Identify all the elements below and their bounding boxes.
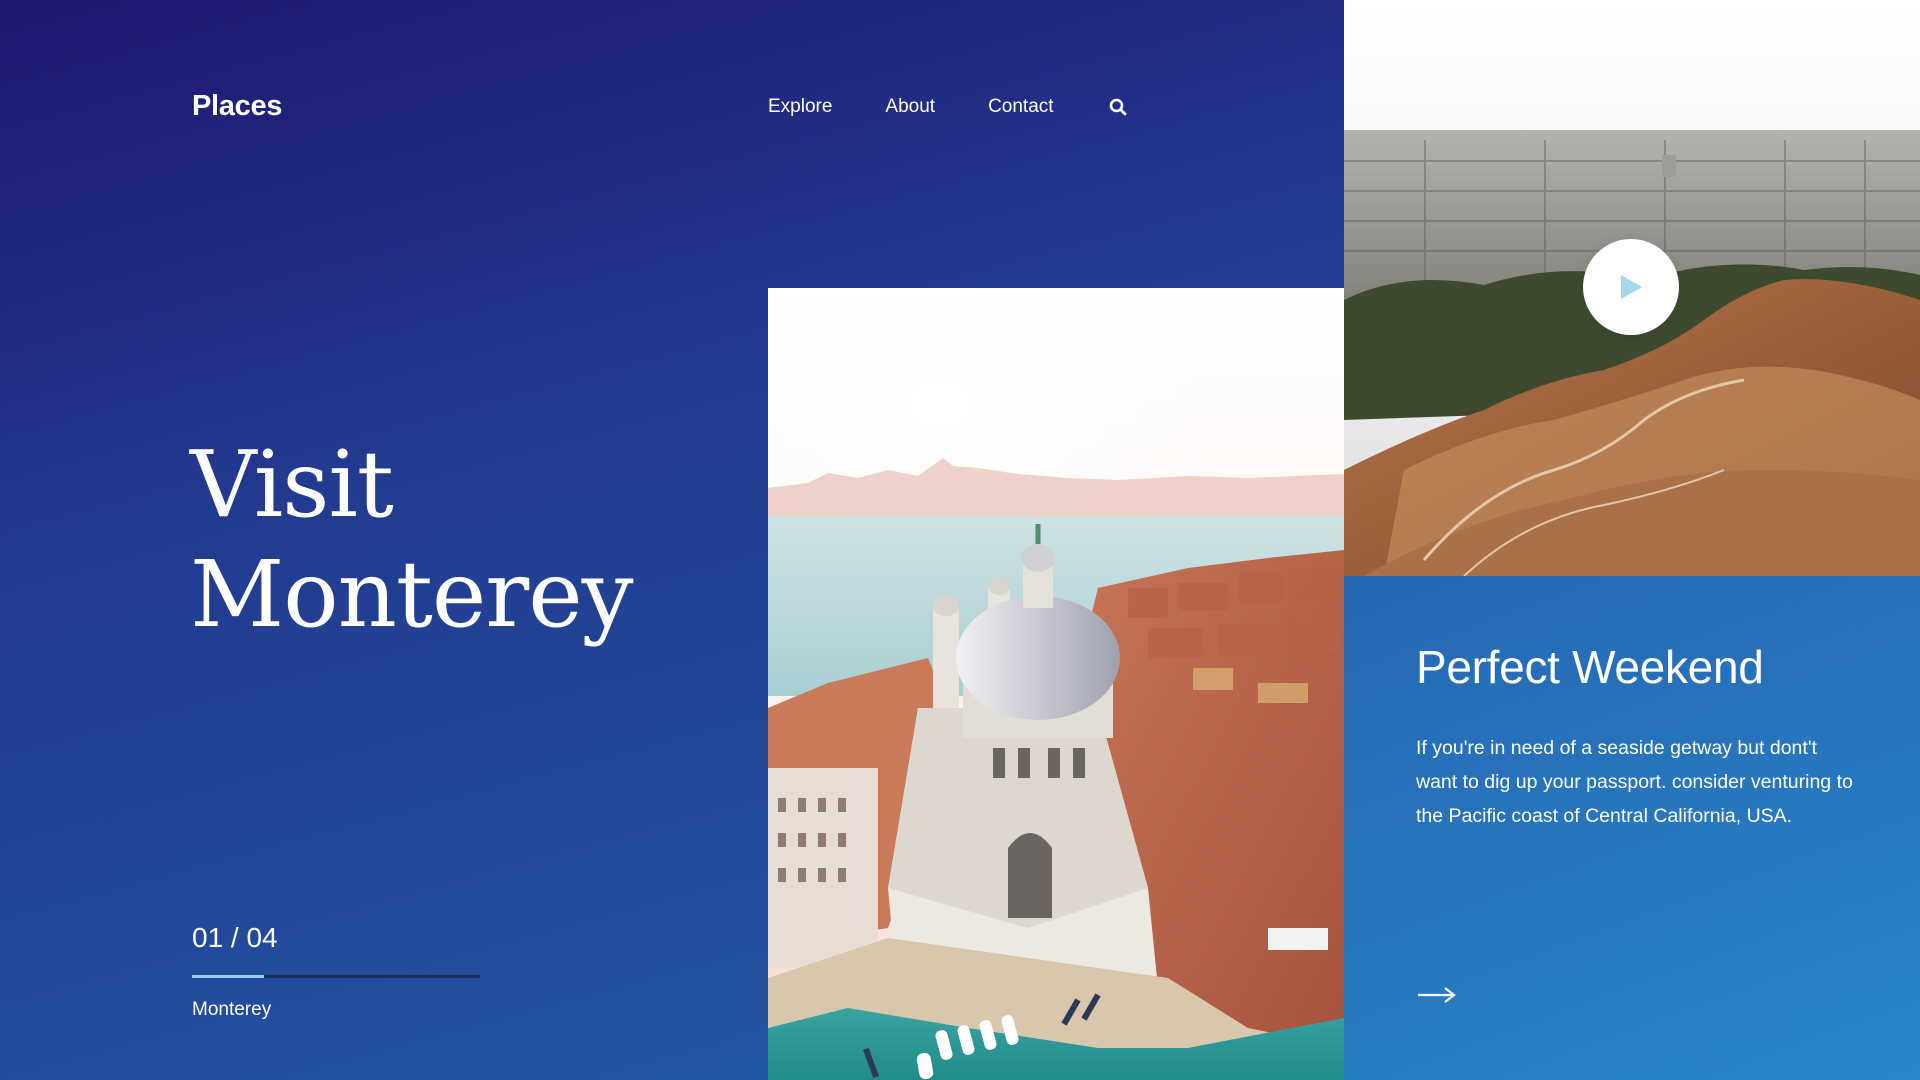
search-icon[interactable] bbox=[1107, 96, 1129, 118]
logo[interactable]: Places bbox=[192, 90, 282, 123]
main-nav: Explore About Contact bbox=[768, 96, 1129, 118]
arrow-right-icon[interactable] bbox=[1416, 980, 1458, 1010]
info-description: If you're in need of a seaside getway bu… bbox=[1416, 737, 1853, 827]
page: Places Explore About Contact Visit Monte… bbox=[0, 0, 1920, 1080]
slide-counter: 01 / 04 bbox=[192, 922, 278, 953]
info-title: Perfect Weekend bbox=[1416, 641, 1764, 693]
slide-progress-fill bbox=[192, 975, 264, 978]
nav-link-about[interactable]: About bbox=[885, 96, 935, 118]
nav-link-contact[interactable]: Contact bbox=[988, 96, 1053, 118]
slide-name: Monterey bbox=[192, 999, 272, 1020]
venice-aerial-photo bbox=[768, 288, 1344, 1080]
info-panel: Perfect Weekend If you're in need of a s… bbox=[1344, 576, 1920, 1080]
play-video-button[interactable] bbox=[1583, 239, 1679, 335]
hero-title-line2: Monterey bbox=[190, 541, 634, 648]
hero-title: Visit Monterey bbox=[190, 430, 634, 650]
hero-title-line1: Visit bbox=[190, 431, 394, 538]
nav-link-explore[interactable]: Explore bbox=[768, 96, 832, 118]
slide-progress-bar[interactable] bbox=[192, 975, 480, 978]
play-icon bbox=[1621, 275, 1642, 299]
